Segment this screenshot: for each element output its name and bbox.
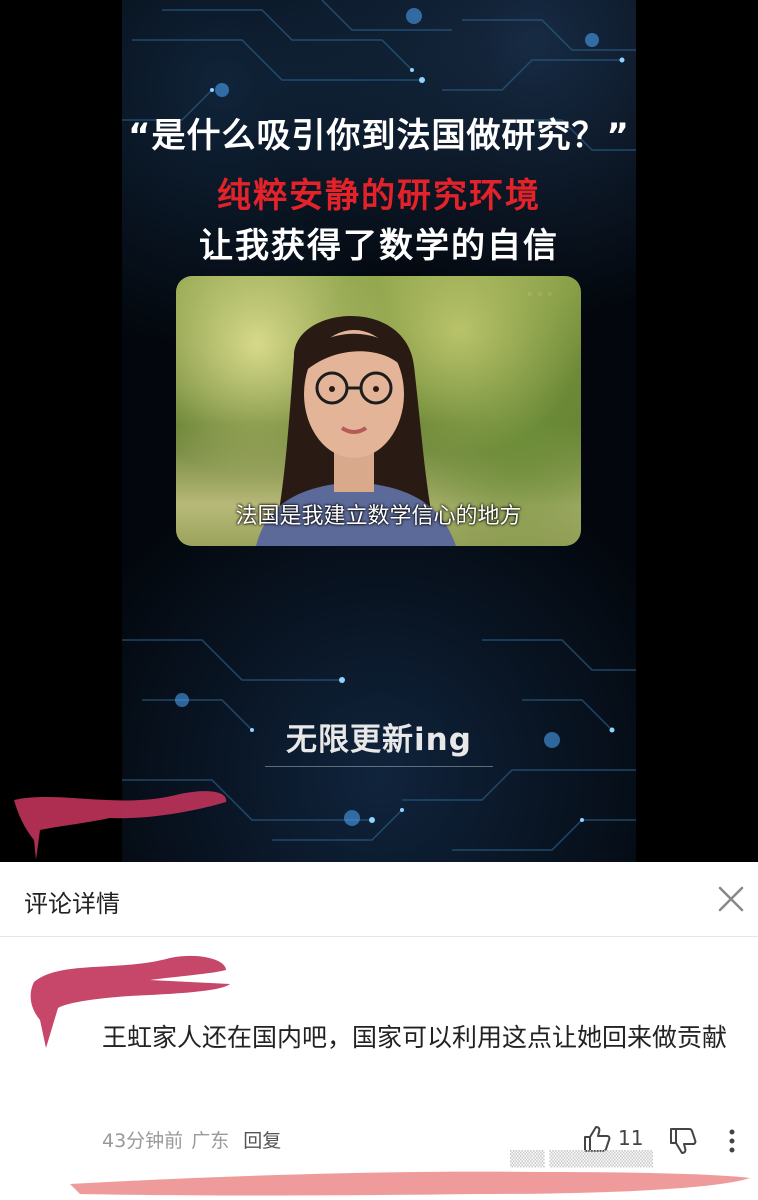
video-headline-red: 纯粹安静的研究环境: [217, 176, 541, 216]
close-icon[interactable]: [714, 882, 748, 916]
interview-clip: ◦ ◦ ◦ 法国是我建立数学信心的地方: [176, 276, 581, 546]
video-quote: “是什么吸引你到法国做研究？”: [128, 116, 630, 156]
comment-location: 广东: [191, 1130, 230, 1152]
redaction-scribble-bottom: [70, 1171, 750, 1196]
comment-text: 王虹家人还在国内吧，国家可以利用这点让她回来做贡献: [102, 1023, 728, 1052]
clip-subtitle: 法国是我建立数学信心的地方: [235, 504, 522, 529]
comment-sheet: 评论详情 王虹家人还在国内吧，国家可以利用这点让她回来做贡献 43分钟前 广东 回复…: [0, 862, 758, 1200]
update-divider: [265, 766, 493, 767]
comment-time: 43分钟前: [102, 1130, 184, 1152]
clip-watermark: ◦ ◦ ◦: [526, 288, 553, 301]
video-headline-white: 让我获得了数学的自信: [199, 226, 559, 266]
comment-sheet-header: 评论详情: [0, 862, 758, 937]
reply-button[interactable]: 回复: [243, 1130, 281, 1152]
like-count: 11: [618, 1126, 644, 1150]
comment-meta: 43分钟前 广东 回复: [102, 1126, 281, 1153]
update-caption: 无限更新ing: [286, 722, 472, 758]
thumbs-down-icon[interactable]: [668, 1126, 698, 1156]
video-frame[interactable]: “是什么吸引你到法国做研究？” 纯粹安静的研究环境 让我获得了数学的自信 ◦ ◦…: [0, 0, 758, 862]
comment-sheet-title: 评论详情: [24, 890, 120, 918]
more-options-icon[interactable]: [720, 1128, 744, 1154]
